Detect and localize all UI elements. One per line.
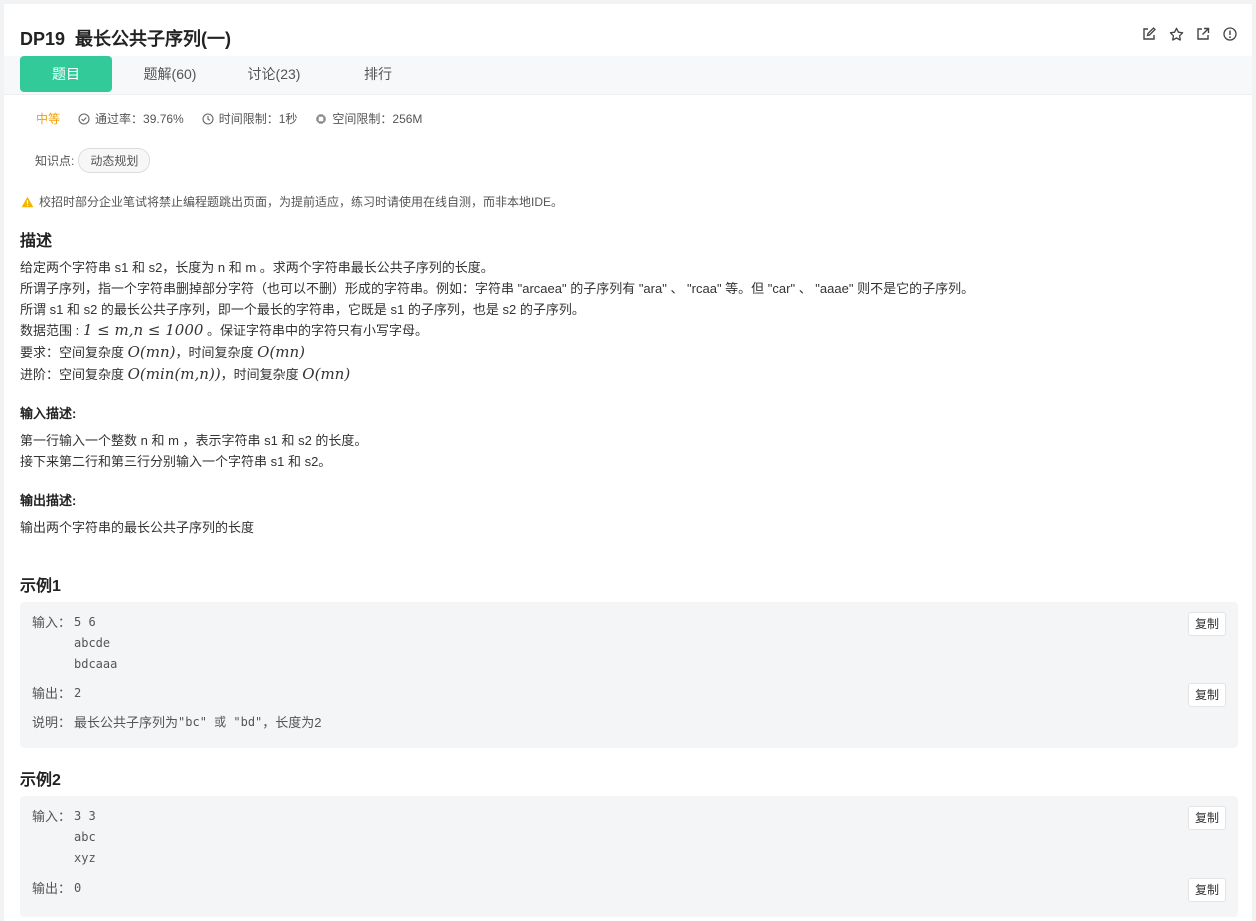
copy-output-button[interactable]: 复制	[1188, 878, 1226, 902]
input-line: bdcaaa	[74, 657, 118, 671]
time-limit-text: 时间限制：1秒	[218, 112, 298, 126]
problem-title: DP19 最长公共子序列(一)	[20, 29, 232, 49]
data-range-line: 数据范围 : 1 ≤ m,n ≤ 1000 。保证字符串中的字符只有小写字母。	[20, 320, 974, 342]
copy-input-button[interactable]: 复制	[1188, 806, 1226, 830]
input-desc-heading: 输入描述:	[20, 406, 77, 421]
copy-input-button[interactable]: 复制	[1188, 612, 1226, 636]
output-label: 输出：	[32, 881, 72, 896]
space-complexity-formula: O(mn)	[127, 343, 176, 362]
title-bar: DP19 最长公共子序列(一)	[20, 25, 231, 51]
example-1-input: 输入： 5 6 abcde bdcaaa	[32, 612, 117, 675]
output-value: 0	[74, 881, 82, 895]
note-prefix: 最长公共子序列为	[74, 715, 179, 730]
space-limit: 空间限制：256M	[315, 110, 422, 127]
pass-rate-text: 通过率：39.76%	[95, 112, 184, 126]
example-2-heading: 示例2	[20, 772, 61, 789]
requirement-line: 要求：空间复杂度 O(mn)，时间复杂度 O(mn)	[20, 342, 974, 364]
example-1-box: 输入： 5 6 abcde bdcaaa 复制 输出： 2 复制 说明： 最长公…	[20, 602, 1238, 748]
input-label: 输入：	[32, 809, 72, 824]
tab-discussion[interactable]: 讨论(23)	[228, 56, 320, 92]
requirement-mid: ，时间复杂度	[175, 345, 258, 361]
input-desc-line: 第一行输入一个整数 n 和 m ，表示字符串 s1 和 s2 的长度。	[20, 433, 368, 448]
time-complexity-formula: O(mn)	[257, 343, 306, 362]
time-limit: 时间限制：1秒	[202, 110, 298, 127]
example-1-heading: 示例1	[20, 578, 61, 595]
chip-icon	[316, 113, 327, 124]
data-range-prefix: 数据范围 :	[20, 323, 83, 339]
example-2-input: 输入： 3 3 abc xyz	[32, 806, 96, 869]
example-2-box: 输入： 3 3 abc xyz 复制 输出： 0 复制	[20, 796, 1238, 917]
tab-ranking[interactable]: 排行	[332, 56, 424, 92]
example-2-output: 输出： 0	[32, 878, 81, 899]
note-label: 说明：	[32, 715, 72, 730]
exam-warning: 校招时部分企业笔试将禁止编程题跳出页面，为提前适应，练习时请使用在线自测，而非本…	[21, 193, 563, 210]
input-lines: 5 6 abcde bdcaaa	[74, 612, 117, 675]
description-body: 给定两个字符串 s1 和 s2，长度为 n 和 m 。求两个字符串最长公共子序列…	[20, 258, 974, 386]
clock-icon	[202, 112, 214, 125]
knowledge-points: 知识点: 动态规划	[35, 148, 151, 173]
warning-text: 校招时部分企业笔试将禁止编程题跳出页面，为提前适应，练习时请使用在线自测，而非本…	[39, 195, 564, 209]
input-desc-body: 第一行输入一个整数 n 和 m ，表示字符串 s1 和 s2 的长度。 接下来第…	[20, 430, 367, 472]
edit-icon[interactable]	[1141, 26, 1157, 42]
input-line: abcde	[74, 636, 111, 650]
copy-output-button[interactable]: 复制	[1188, 683, 1226, 707]
tab-problem[interactable]: 题目	[20, 56, 112, 92]
data-range-formula: 1 ≤ m,n ≤ 1000	[82, 321, 204, 340]
example-1-note: 说明： 最长公共子序列为 "bc" 或 "bd" ，长度为2	[32, 712, 322, 733]
input-lines: 3 3 abc xyz	[74, 806, 96, 869]
warning-icon	[21, 196, 34, 207]
external-link-icon[interactable]	[1195, 26, 1211, 42]
advanced-prefix: 进阶：空间复杂度	[20, 366, 128, 382]
requirement-prefix: 要求：空间复杂度	[20, 345, 128, 361]
title-actions	[1141, 26, 1238, 42]
input-line: 5 6	[74, 615, 96, 629]
advanced-line: 进阶：空间复杂度 O(min(m,n))，时间复杂度 O(mn)	[20, 364, 974, 386]
data-range-suffix: 。保证字符串中的字符只有小写字母。	[203, 323, 429, 339]
problem-card: DP19 最长公共子序列(一) 题目 题解(60) 讨论(23) 排行 中等 通…	[4, 4, 1252, 921]
description-line: 所谓子序列，指一个字符串删掉部分字符（也可以不删）形成的字符串。例如：字符串 "…	[20, 280, 975, 296]
output-desc-line: 输出两个字符串的最长公共子序列的长度	[20, 520, 255, 535]
knowledge-label: 知识点:	[35, 154, 75, 168]
output-desc-body: 输出两个字符串的最长公共子序列的长度	[20, 517, 254, 538]
description-line: 所谓 s1 和 s2 的最长公共子序列，即一个最长的字符串，它既是 s1 的子序…	[20, 301, 585, 317]
difficulty-badge: 中等	[36, 112, 61, 126]
input-label: 输入：	[32, 615, 72, 630]
tab-solutions[interactable]: 题解(60)	[124, 56, 216, 92]
input-line: 3 3	[74, 809, 96, 823]
tab-bar: 题目 题解(60) 讨论(23) 排行	[4, 56, 1252, 95]
check-circle-icon	[78, 112, 90, 125]
input-line: xyz	[74, 851, 96, 865]
input-line: abc	[74, 830, 96, 844]
advanced-space-formula: O(min(m,n))	[127, 364, 221, 383]
note-suffix: ，长度为2	[262, 715, 322, 730]
space-limit-text: 空间限制：256M	[332, 112, 423, 126]
description-heading: 描述	[20, 233, 53, 250]
info-icon[interactable]	[1222, 26, 1238, 42]
tag-chip[interactable]: 动态规划	[78, 148, 151, 173]
advanced-time-formula: O(mn)	[302, 364, 351, 383]
output-label: 输出：	[32, 686, 72, 701]
pass-rate: 通过率：39.76%	[78, 110, 184, 127]
output-desc-heading: 输出描述:	[20, 493, 77, 508]
problem-meta: 中等 通过率：39.76% 时间限制：1秒 空间限制：256M	[36, 110, 440, 127]
note-code: "bc" 或 "bd"	[178, 715, 263, 729]
input-desc-line: 接下来第二行和第三行分别输入一个字符串 s1 和 s2。	[20, 454, 332, 469]
description-line: 给定两个字符串 s1 和 s2，长度为 n 和 m 。求两个字符串最长公共子序列…	[20, 260, 494, 275]
advanced-mid: ，时间复杂度	[220, 366, 303, 382]
example-1-output: 输出： 2	[32, 683, 81, 704]
output-value: 2	[74, 686, 82, 700]
star-icon[interactable]	[1168, 26, 1184, 42]
